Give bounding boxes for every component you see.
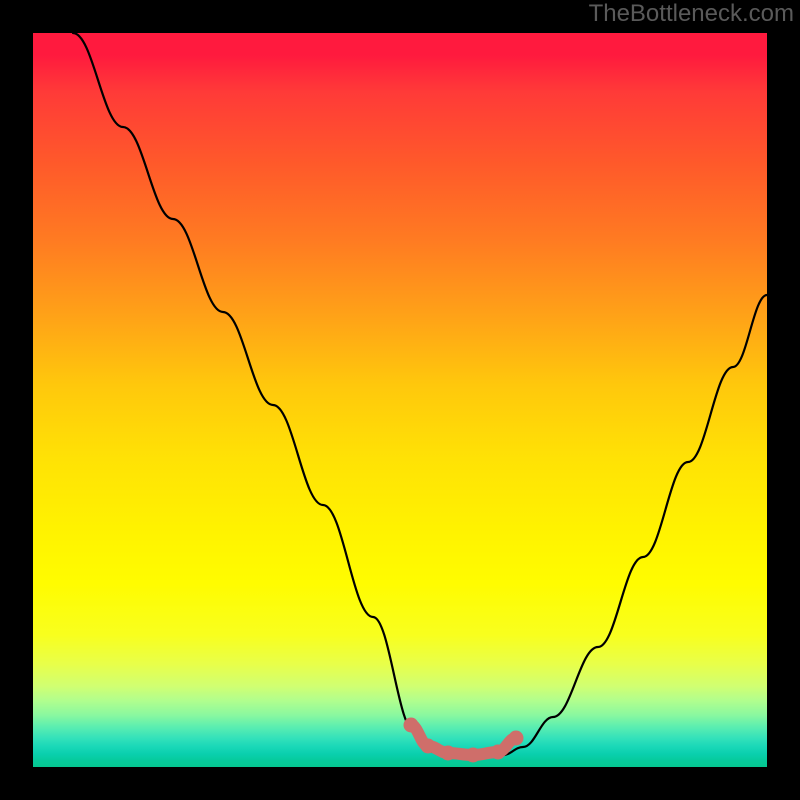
optimal-range-dot xyxy=(509,731,524,746)
plot-area xyxy=(33,33,767,767)
watermark-text: TheBottleneck.com xyxy=(589,0,794,28)
optimal-range-dot xyxy=(404,718,419,733)
optimal-range-dot xyxy=(421,739,436,754)
optimal-range-dot xyxy=(466,748,481,763)
optimal-range-dot xyxy=(491,745,506,760)
curve-layer xyxy=(33,33,767,767)
chart-frame: TheBottleneck.com xyxy=(0,0,800,800)
optimal-range-dot xyxy=(441,746,456,761)
bottleneck-curve xyxy=(73,33,767,757)
